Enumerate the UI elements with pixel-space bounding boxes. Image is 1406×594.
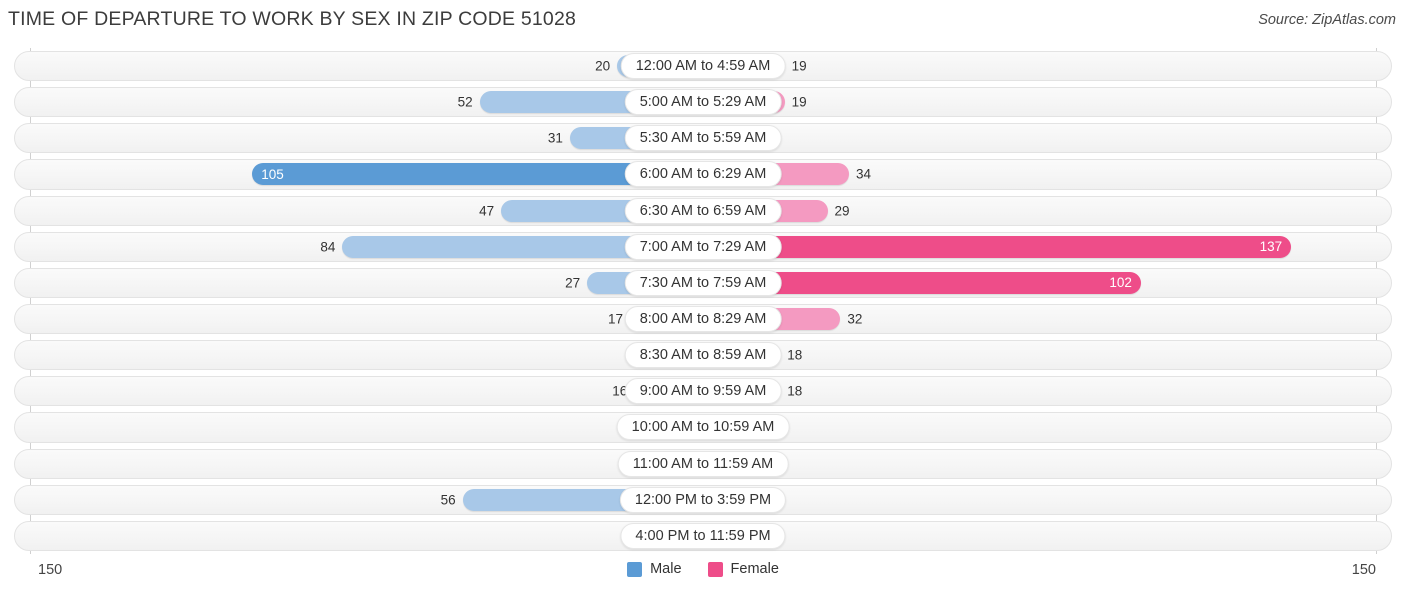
- table-row: 6010:00 AM to 10:59 AM: [0, 409, 1406, 445]
- category-label: 5:00 AM to 5:29 AM: [624, 89, 782, 116]
- legend-swatch-female-icon: [707, 561, 723, 577]
- chart-page: TIME OF DEPARTURE TO WORK BY SEX IN ZIP …: [0, 0, 1406, 594]
- chart-footer: 150 150 Male Female: [0, 556, 1406, 594]
- table-row: 16 18 9:00 AM to 9:59 AM: [0, 373, 1406, 409]
- legend-item-male[interactable]: Male: [627, 561, 682, 577]
- female-value-label: 137: [1259, 239, 1283, 255]
- female-bar-wrap: 137: [703, 229, 1292, 265]
- table-row: 20 19 12:00 AM to 4:59 AM: [0, 48, 1406, 84]
- page-title: TIME OF DEPARTURE TO WORK BY SEX IN ZIP …: [8, 8, 577, 30]
- female-value-label: 18: [787, 347, 803, 363]
- female-bar[interactable]: 137: [703, 235, 1292, 258]
- category-label: 8:00 AM to 8:29 AM: [624, 306, 782, 333]
- male-value-label: 84: [320, 239, 336, 255]
- male-value-label: 31: [547, 130, 563, 146]
- category-label: 8:30 AM to 8:59 AM: [624, 342, 782, 369]
- category-label: 6:30 AM to 6:59 AM: [624, 197, 782, 224]
- male-value-label: 52: [457, 94, 473, 110]
- category-label: 4:00 PM to 11:59 PM: [620, 522, 786, 549]
- female-value-label: 18: [787, 383, 803, 399]
- legend-label-male: Male: [650, 561, 682, 577]
- category-label: 9:00 AM to 9:59 AM: [624, 378, 782, 405]
- male-value-label: 20: [595, 58, 611, 74]
- legend-label-female: Female: [730, 561, 779, 577]
- male-value-label: 17: [607, 311, 623, 327]
- table-row: 1164:00 PM to 11:59 PM: [0, 518, 1406, 554]
- female-value-label: 19: [791, 94, 807, 110]
- bar-rows-container: 20 19 12:00 AM to 4:59 AM 52 19 5:00 AM to 5:…: [0, 48, 1406, 554]
- male-value-label: 27: [565, 275, 581, 291]
- category-label: 11:00 AM to 11:59 AM: [617, 450, 789, 477]
- category-label: 12:00 AM to 4:59 AM: [620, 53, 786, 80]
- male-value-label: 105: [261, 166, 284, 182]
- category-label: 7:00 AM to 7:29 AM: [624, 233, 782, 260]
- category-label: 12:00 PM to 3:59 PM: [619, 486, 787, 513]
- table-row: 47 29 6:30 AM to 6:59 AM: [0, 193, 1406, 229]
- table-row: 56712:00 PM to 3:59 PM: [0, 482, 1406, 518]
- legend-swatch-male-icon: [627, 561, 643, 577]
- table-row: 0211:00 AM to 11:59 AM: [0, 446, 1406, 482]
- male-value-label: 56: [440, 492, 456, 508]
- table-row: 105 34 6:00 AM to 6:29 AM: [0, 156, 1406, 192]
- table-row: 27 102 7:30 AM to 7:59 AM: [0, 265, 1406, 301]
- table-row: 52 19 5:00 AM to 5:29 AM: [0, 84, 1406, 120]
- category-label: 5:30 AM to 5:59 AM: [624, 125, 782, 152]
- table-row: 17 32 8:00 AM to 8:29 AM: [0, 301, 1406, 337]
- chart-header: TIME OF DEPARTURE TO WORK BY SEX IN ZIP …: [0, 0, 1406, 42]
- category-label: 10:00 AM to 10:59 AM: [616, 414, 790, 441]
- table-row: 7188:30 AM to 8:59 AM: [0, 337, 1406, 373]
- category-label: 6:00 AM to 6:29 AM: [624, 161, 782, 188]
- legend-item-female[interactable]: Female: [707, 561, 779, 577]
- female-value-label: 32: [847, 311, 863, 327]
- male-value-label: 47: [479, 203, 495, 219]
- female-value-label: 34: [856, 166, 872, 182]
- female-value-label: 102: [1109, 275, 1132, 291]
- chart-plot-area: 20 19 12:00 AM to 4:59 AM 52 19 5:00 AM to 5:…: [0, 48, 1406, 554]
- chart-legend: Male Female: [0, 561, 1406, 577]
- source-attribution: Source: ZipAtlas.com: [1258, 12, 1396, 28]
- table-row: 3135:30 AM to 5:59 AM: [0, 120, 1406, 156]
- female-value-label: 19: [791, 58, 807, 74]
- category-label: 7:30 AM to 7:59 AM: [624, 269, 782, 296]
- table-row: 84 137 7:00 AM to 7:29 AM: [0, 229, 1406, 265]
- female-value-label: 29: [834, 203, 850, 219]
